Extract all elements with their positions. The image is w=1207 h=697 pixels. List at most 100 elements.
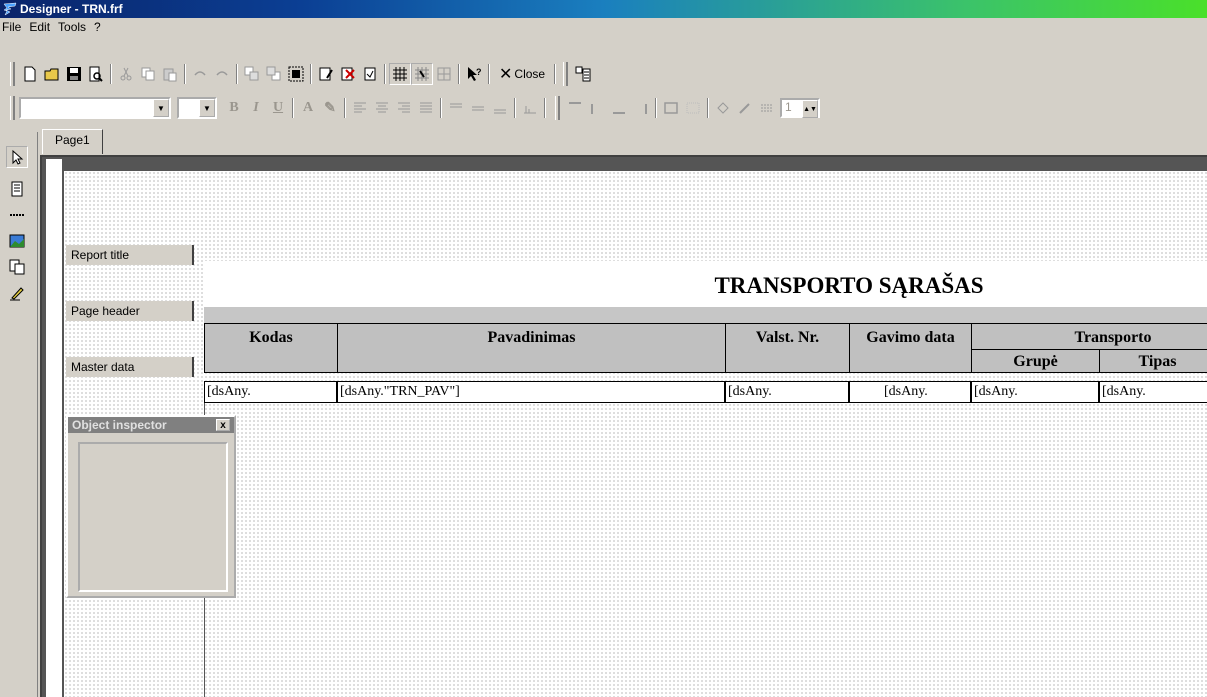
- report-title-band[interactable]: TRANSPORTO SĄRAŠAS: [204, 261, 1207, 307]
- band-label-master-data[interactable]: Master data: [66, 357, 194, 377]
- band-label-report-title[interactable]: Report title: [66, 245, 194, 265]
- align-left-icon[interactable]: [349, 97, 371, 119]
- data-dictionary-icon[interactable]: [572, 63, 594, 85]
- align-justify-icon[interactable]: [415, 97, 437, 119]
- field-gavimo-data[interactable]: [dsAny.: [849, 381, 971, 403]
- align-grid-icon[interactable]: [411, 63, 433, 85]
- frame-right-icon[interactable]: [630, 97, 652, 119]
- close-icon: ✕: [499, 66, 513, 83]
- highlight-icon[interactable]: ✎: [319, 97, 341, 119]
- header-grupe[interactable]: Grupė: [972, 349, 1100, 373]
- header-transporto[interactable]: Transporto Grupė Tipas: [971, 323, 1207, 373]
- send-back-icon[interactable]: [263, 63, 285, 85]
- paste-icon[interactable]: [159, 63, 181, 85]
- line-dots-icon[interactable]: [6, 204, 28, 226]
- align-top-icon[interactable]: [445, 97, 467, 119]
- window-title: Designer - TRN.frf: [20, 2, 123, 16]
- field-tipas[interactable]: [dsAny.: [1099, 381, 1207, 403]
- separator: [236, 64, 238, 84]
- font-color-icon[interactable]: A: [297, 97, 319, 119]
- separator: [458, 64, 460, 84]
- inspector-titlebar[interactable]: Object inspector x: [68, 417, 234, 433]
- undo-icon[interactable]: [189, 63, 211, 85]
- field-pavadinimas[interactable]: [dsAny."TRN_PAV"]: [337, 381, 725, 403]
- frame-bottom-icon[interactable]: [608, 97, 630, 119]
- toolbar-handle[interactable]: [10, 62, 15, 86]
- close-button[interactable]: ✕ Close: [493, 63, 551, 85]
- separator: [707, 98, 709, 118]
- delete-page-icon[interactable]: [337, 63, 359, 85]
- cut-icon[interactable]: [115, 63, 137, 85]
- copy-icon[interactable]: [137, 63, 159, 85]
- band-separator-hatch: [204, 307, 1207, 323]
- chevron-down-icon[interactable]: ▼: [153, 99, 169, 117]
- report-title[interactable]: TRANSPORTO SĄRAŠAS: [204, 273, 1207, 299]
- menu-help[interactable]: ?: [91, 20, 106, 34]
- font-name-combo[interactable]: ▼: [19, 97, 171, 119]
- grid-icon[interactable]: [389, 63, 411, 85]
- align-center-icon[interactable]: [371, 97, 393, 119]
- menu-tools[interactable]: Tools: [55, 20, 91, 34]
- frame-none-icon[interactable]: [682, 97, 704, 119]
- toolbar-handle[interactable]: [555, 96, 560, 120]
- bold-icon[interactable]: B: [223, 97, 245, 119]
- frame-left-icon[interactable]: [586, 97, 608, 119]
- frame-top-icon[interactable]: [564, 97, 586, 119]
- separator: [310, 64, 312, 84]
- select-pointer-icon[interactable]: [6, 146, 28, 168]
- header-kodas[interactable]: Kodas: [204, 323, 337, 373]
- page-margin: [46, 159, 62, 697]
- select-all-icon[interactable]: [285, 63, 307, 85]
- header-gavimo-data[interactable]: Gavimo data: [849, 323, 971, 373]
- redo-icon[interactable]: [211, 63, 233, 85]
- underline-icon[interactable]: U: [267, 97, 289, 119]
- page-setup-icon[interactable]: [359, 63, 381, 85]
- italic-icon[interactable]: I: [245, 97, 267, 119]
- align-middle-icon[interactable]: [467, 97, 489, 119]
- help-pointer-icon[interactable]: ?: [463, 63, 485, 85]
- tab-page1[interactable]: Page1: [42, 129, 103, 154]
- frame-all-icon[interactable]: [660, 97, 682, 119]
- main-toolbar: ? ✕ Close: [0, 59, 594, 89]
- align-right-icon[interactable]: [393, 97, 415, 119]
- separator: [344, 98, 346, 118]
- chevron-down-icon[interactable]: ▼: [199, 99, 215, 117]
- bring-front-icon[interactable]: [241, 63, 263, 85]
- preview-icon[interactable]: [85, 63, 107, 85]
- menu-bar: File Edit Tools ?: [0, 18, 1207, 36]
- page-tabs: Page1: [42, 129, 103, 154]
- draw-pen-icon[interactable]: [6, 282, 28, 304]
- inspector-property-list[interactable]: [78, 442, 228, 592]
- header-tipas[interactable]: Tipas: [1100, 349, 1207, 373]
- new-icon[interactable]: [19, 63, 41, 85]
- fill-color-icon[interactable]: [712, 97, 734, 119]
- field-grupe[interactable]: [dsAny.: [971, 381, 1099, 403]
- toolbar-handle[interactable]: [10, 96, 15, 120]
- rotate-text-icon[interactable]: [519, 97, 541, 119]
- edit-page-icon[interactable]: [315, 63, 337, 85]
- field-kodas[interactable]: [dsAny.: [204, 381, 337, 403]
- frame-style-icon[interactable]: [756, 97, 778, 119]
- band-label-page-header[interactable]: Page header: [66, 301, 194, 321]
- frame-color-icon[interactable]: [734, 97, 756, 119]
- band-icon[interactable]: [6, 178, 28, 200]
- object-toolbar: [0, 132, 38, 697]
- picture-icon[interactable]: [6, 230, 28, 252]
- spin-arrows-icon[interactable]: ▲▼: [802, 100, 818, 118]
- object-inspector-window[interactable]: Object inspector x: [66, 415, 236, 598]
- menu-edit[interactable]: Edit: [26, 20, 55, 34]
- separator: [514, 98, 516, 118]
- close-icon[interactable]: x: [216, 419, 230, 431]
- header-pavadinimas[interactable]: Pavadinimas: [337, 323, 725, 373]
- subreport-icon[interactable]: [6, 256, 28, 278]
- toolbar-handle[interactable]: [563, 62, 569, 86]
- frame-width-spin[interactable]: 1 ▲▼: [780, 98, 820, 118]
- fit-grid-icon[interactable]: [433, 63, 455, 85]
- save-icon[interactable]: [63, 63, 85, 85]
- header-valst-nr[interactable]: Valst. Nr.: [725, 323, 849, 373]
- open-icon[interactable]: [41, 63, 63, 85]
- field-valst-nr[interactable]: [dsAny.: [725, 381, 849, 403]
- font-size-combo[interactable]: ▼: [177, 97, 217, 119]
- align-bottom-icon[interactable]: [489, 97, 511, 119]
- menu-file[interactable]: File: [0, 20, 26, 34]
